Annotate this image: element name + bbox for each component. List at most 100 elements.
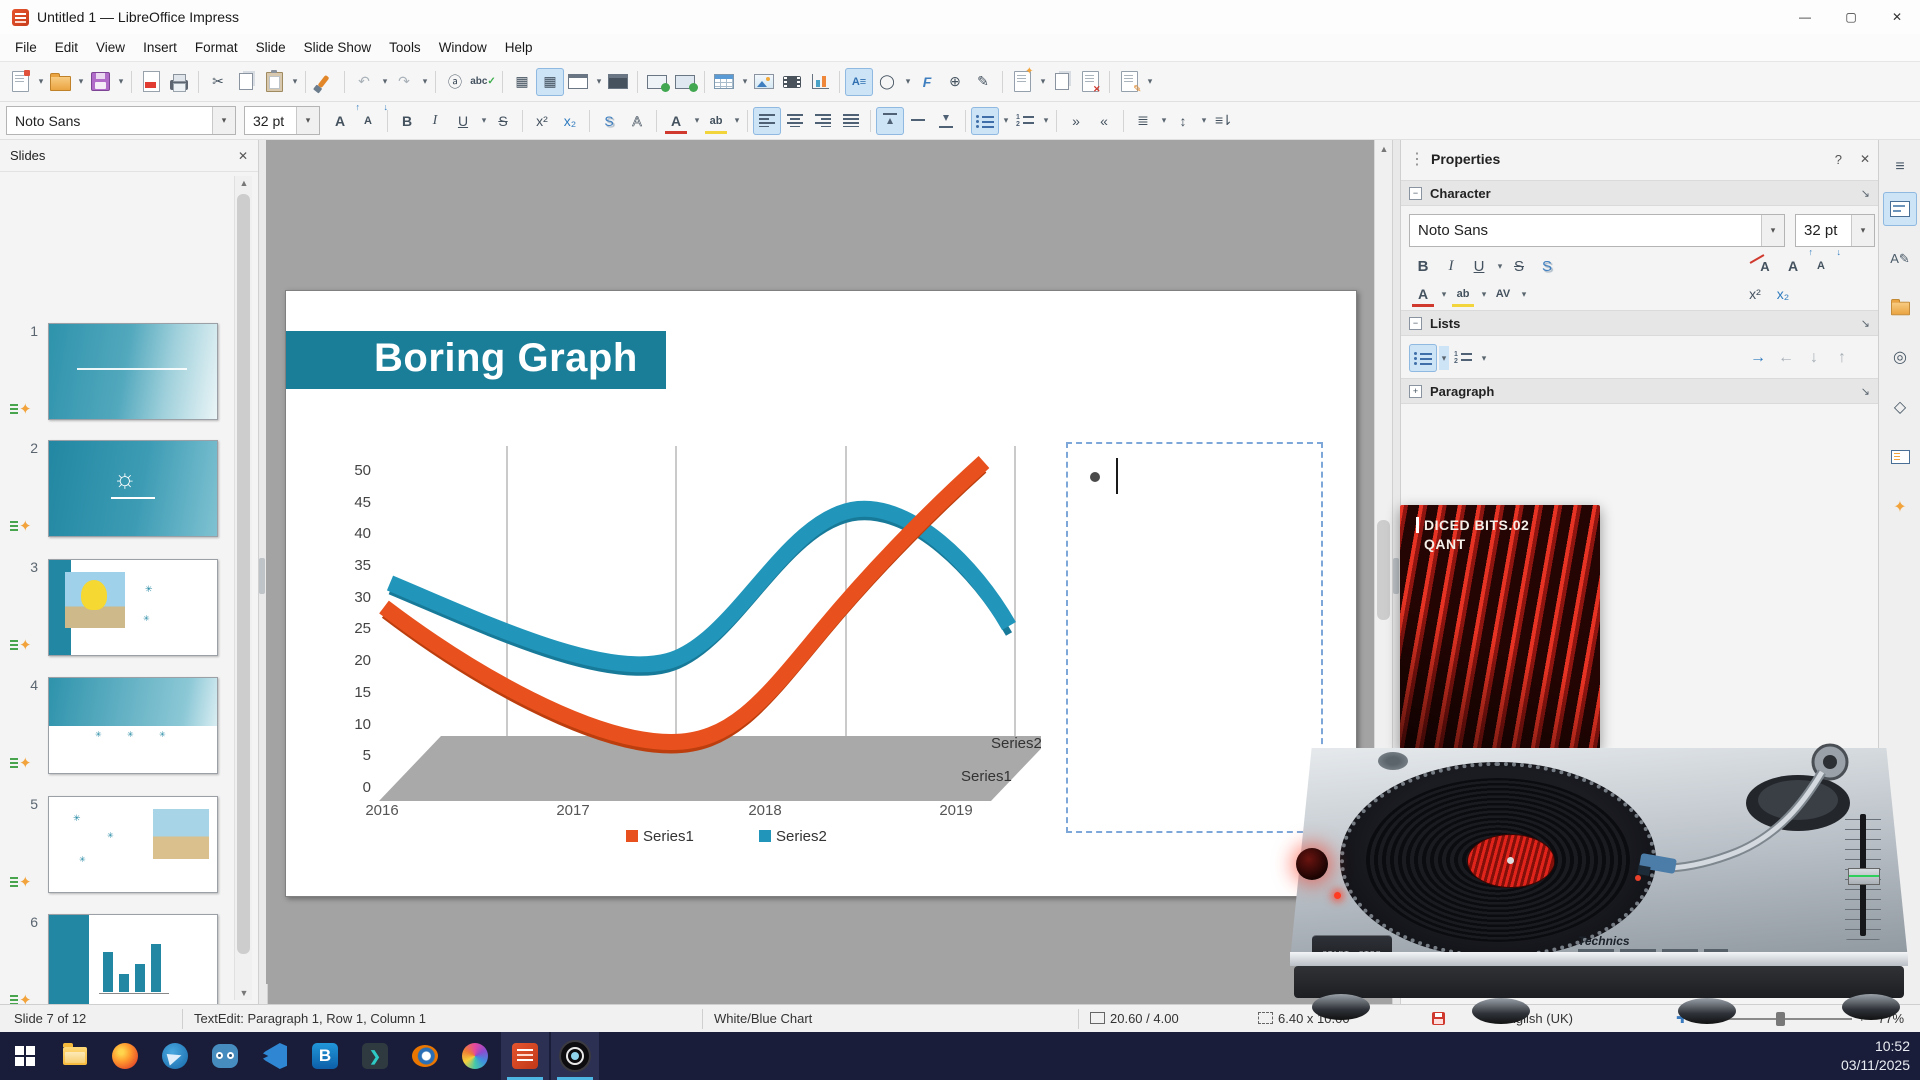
start-button[interactable]	[1, 1032, 49, 1080]
shadow-button[interactable]: S	[595, 107, 623, 135]
sidebar-strikethrough-button[interactable]: S	[1505, 252, 1533, 280]
sidebar-underline-dropdown[interactable]: ▾	[1495, 261, 1505, 272]
decrease-indent-button[interactable]: «	[1090, 107, 1118, 135]
paragraph-dialog-launcher-icon[interactable]: ↘	[1861, 385, 1870, 398]
italic-button[interactable]: I	[421, 107, 449, 135]
menu-slide[interactable]: Slide	[247, 36, 295, 59]
sidebar-font-size-combo[interactable]: 32 pt ▾	[1795, 214, 1875, 247]
new-document-dropdown[interactable]: ▾	[36, 76, 46, 87]
align-right-button[interactable]	[809, 107, 837, 135]
delete-slide-button[interactable]	[1076, 68, 1104, 96]
font-name-combo[interactable]: Noto Sans ▾	[6, 106, 236, 135]
character-section-header[interactable]: − Character ↘	[1401, 180, 1878, 206]
sidebar-underline-button[interactable]: U	[1465, 252, 1493, 280]
font-name-dropdown[interactable]: ▾	[212, 107, 235, 134]
slide-properties-button[interactable]	[1115, 68, 1143, 96]
sidebar-menu-icon[interactable]: ≡	[1883, 150, 1917, 184]
underline-dropdown[interactable]: ▾	[479, 115, 489, 126]
taskbar-file-explorer[interactable]	[51, 1032, 99, 1080]
insert-image-button[interactable]	[750, 68, 778, 96]
taskbar-firefox[interactable]	[101, 1032, 149, 1080]
insert-textbox-button[interactable]: A≡	[845, 68, 873, 96]
font-color-button[interactable]: A	[662, 107, 690, 135]
sidebar-highlight-dropdown[interactable]: ▾	[1479, 289, 1489, 300]
slides-scrollbar-thumb[interactable]	[237, 194, 250, 954]
fontwork-button[interactable]: F	[913, 68, 941, 96]
paste-dropdown[interactable]: ▾	[290, 76, 300, 87]
sidebar-font-color-dropdown[interactable]: ▾	[1439, 289, 1449, 300]
insert-media-button[interactable]	[778, 68, 806, 96]
taskbar-terminal-app[interactable]: ❯	[351, 1032, 399, 1080]
slide-page[interactable]: Boring Graph 50 45 40 35	[285, 290, 1357, 897]
sidebar-font-name-dropdown[interactable]: ▾	[1761, 215, 1784, 246]
minimize-button[interactable]: —	[1782, 0, 1828, 34]
scroll-down-icon[interactable]: ▼	[235, 988, 253, 998]
taskbar-music-player-active[interactable]	[551, 1032, 599, 1080]
export-pdf-button[interactable]	[137, 68, 165, 96]
line-spacing-button[interactable]: ≣	[1129, 107, 1157, 135]
snap-to-grid-button[interactable]: ▦	[536, 68, 564, 96]
save-dropdown[interactable]: ▾	[116, 76, 126, 87]
new-document-button[interactable]	[6, 68, 34, 96]
lists-dialog-launcher-icon[interactable]: ↘	[1861, 317, 1870, 330]
menu-edit[interactable]: Edit	[46, 36, 87, 59]
slides-panel-close-icon[interactable]: ✕	[238, 149, 248, 163]
highlight-dropdown[interactable]: ▾	[732, 115, 742, 126]
line-spacing-dropdown[interactable]: ▾	[1159, 115, 1169, 126]
shrink-font-button[interactable]: A↓	[354, 107, 382, 135]
align-bottom-button[interactable]	[932, 107, 960, 135]
superscript-button[interactable]: x²	[528, 107, 556, 135]
sidebar-font-name-combo[interactable]: Noto Sans ▾	[1409, 214, 1785, 247]
table-dropdown[interactable]: ▾	[740, 76, 750, 87]
highlight-color-button[interactable]: ab	[702, 107, 730, 135]
slide-thumbnail-5[interactable]: ✳ ✳ ✳	[48, 796, 218, 893]
menu-window[interactable]: Window	[430, 36, 496, 59]
scroll-up-icon[interactable]: ▲	[1375, 144, 1393, 154]
tab-character-styles[interactable]: A✎	[1883, 242, 1917, 276]
panel-help-icon[interactable]: ?	[1835, 152, 1842, 167]
move-down-button[interactable]: ↓	[1800, 344, 1828, 372]
show-draw-functions-button[interactable]: ✎	[969, 68, 997, 96]
align-left-button[interactable]	[753, 107, 781, 135]
taskbar-godot[interactable]	[201, 1032, 249, 1080]
subscript-button[interactable]: x₂	[556, 107, 584, 135]
taskbar-blender[interactable]	[401, 1032, 449, 1080]
undo-dropdown[interactable]: ▾	[380, 76, 390, 87]
slide-thumbnail-3[interactable]: ✳ ✳	[48, 559, 218, 656]
tab-shapes[interactable]: ◇	[1883, 390, 1917, 424]
underline-button[interactable]: U	[449, 107, 477, 135]
paragraph-spacing-button[interactable]: ↕	[1169, 107, 1197, 135]
maximize-button[interactable]: ▢	[1828, 0, 1874, 34]
taskbar-thunderbird[interactable]	[151, 1032, 199, 1080]
ordered-list-dropdown[interactable]: ▾	[1041, 115, 1051, 126]
character-dialog-launcher-icon[interactable]: ↘	[1861, 187, 1870, 200]
sidebar-grow-font-button[interactable]: A↑	[1779, 252, 1807, 280]
menu-insert[interactable]: Insert	[134, 36, 186, 59]
align-justify-button[interactable]	[837, 107, 865, 135]
paragraph-spacing-dropdown[interactable]: ▾	[1199, 115, 1209, 126]
sidebar-font-size-dropdown[interactable]: ▾	[1851, 215, 1874, 246]
tab-master-slides[interactable]	[1883, 440, 1917, 474]
demote-button[interactable]: →	[1744, 344, 1772, 372]
font-size-combo[interactable]: 32 pt ▾	[244, 106, 320, 135]
paragraph-section-header[interactable]: + Paragraph ↘	[1401, 378, 1878, 404]
tab-gallery[interactable]	[1883, 290, 1917, 324]
redo-dropdown[interactable]: ▾	[420, 76, 430, 87]
sidebar-font-color-button[interactable]: A	[1409, 280, 1437, 308]
taskbar-impress-active[interactable]	[501, 1032, 549, 1080]
shapes-dropdown[interactable]: ▾	[903, 76, 913, 87]
outline-attribute-button[interactable]: A	[623, 107, 651, 135]
sidebar-subscript-button[interactable]: x₂	[1769, 280, 1797, 308]
unordered-list-dropdown[interactable]: ▾	[1001, 115, 1011, 126]
open-button[interactable]	[46, 68, 74, 96]
hyperlink-button[interactable]: ⊕	[941, 68, 969, 96]
paste-button[interactable]	[260, 68, 288, 96]
sidebar-ordered-list-dropdown[interactable]: ▾	[1479, 353, 1489, 364]
sidebar-ordered-list-button[interactable]	[1449, 344, 1477, 372]
status-template-name[interactable]: White/Blue Chart	[714, 1011, 812, 1026]
sidebar-italic-button[interactable]: I	[1437, 252, 1465, 280]
slide-thumbnail-2[interactable]: ☼	[48, 440, 218, 537]
insert-table-button[interactable]	[710, 68, 738, 96]
font-color-dropdown[interactable]: ▾	[692, 115, 702, 126]
sidebar-shadow-button[interactable]: S	[1533, 252, 1561, 280]
